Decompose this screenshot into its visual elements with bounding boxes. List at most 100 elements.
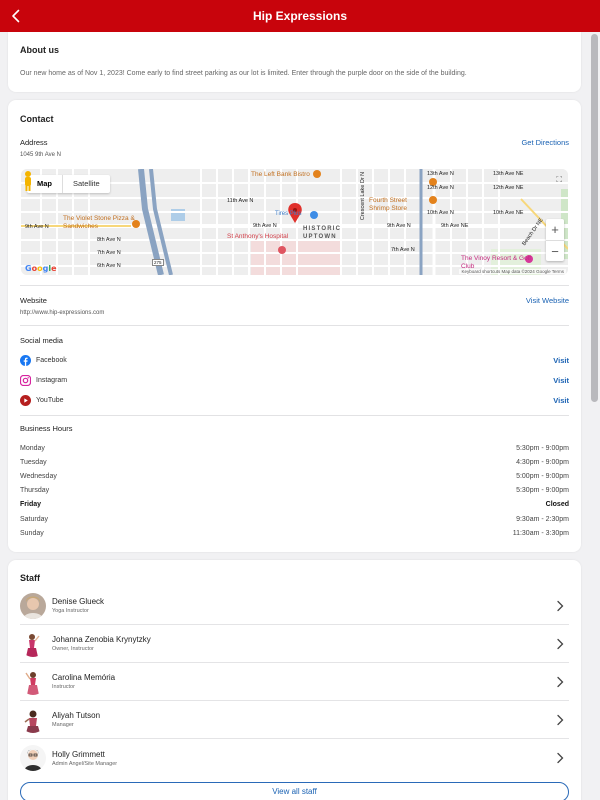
staff-row[interactable]: Denise Glueck Yoga Instructor bbox=[20, 587, 569, 625]
map-tab-satellite[interactable]: Satellite bbox=[63, 175, 110, 193]
map-label-shrimp: Fourth Street Shrimp Store bbox=[369, 197, 407, 212]
address-value: 1045 9th Ave N bbox=[20, 152, 61, 158]
divider bbox=[20, 415, 569, 416]
contact-card: Contact Address 1045 9th Ave N Get Direc… bbox=[8, 100, 581, 552]
address-label: Address bbox=[20, 138, 48, 147]
google-logo: Google bbox=[25, 264, 57, 273]
hours-row: Monday 5:30pm - 9:00pm bbox=[20, 441, 569, 455]
social-media-label: Social media bbox=[20, 336, 63, 345]
map-label-hospital: St Anthony's Hospital bbox=[227, 233, 289, 240]
map-label-9th-ne: 9th Ave NE bbox=[441, 223, 469, 229]
divider bbox=[20, 285, 569, 286]
map-label-interstate: 275 bbox=[152, 259, 164, 266]
hours-day: Wednesday bbox=[20, 472, 57, 480]
chevron-right-icon bbox=[557, 676, 564, 688]
hours-row: Tuesday 4:30pm - 9:00pm bbox=[20, 455, 569, 469]
get-directions-link[interactable]: Get Directions bbox=[521, 138, 569, 147]
map-label-10th: 10th Ave N bbox=[427, 210, 454, 216]
hours-day: Monday bbox=[20, 444, 45, 452]
map-type-tabs: Map Satellite bbox=[27, 175, 110, 193]
map-label-12th: 12th Ave N bbox=[427, 185, 454, 191]
hours-time: 5:00pm - 9:00pm bbox=[516, 472, 569, 480]
staff-role: Yoga Instructor bbox=[52, 608, 89, 614]
staff-row[interactable]: Holly Grimmett Admin Angel/Site Manager bbox=[20, 739, 569, 777]
staff-card: Staff Denise Glueck Yoga Instructor Joha… bbox=[8, 560, 581, 800]
zoom-out-button[interactable]: − bbox=[546, 241, 564, 262]
street-view-pegman-icon[interactable] bbox=[21, 169, 35, 193]
staff-name: Denise Glueck bbox=[52, 597, 105, 606]
about-title: About us bbox=[20, 45, 59, 55]
map-label-tires: Tires Plus bbox=[275, 211, 302, 217]
hours-time: 5:30pm - 9:00pm bbox=[516, 487, 569, 495]
content-scroll: About us Our new home as of Nov 1, 2023!… bbox=[0, 32, 588, 800]
hours-time: 5:30pm - 9:00pm bbox=[516, 444, 569, 452]
app-header: Hip Expressions bbox=[0, 0, 600, 32]
map-label-8th: 8th Ave N bbox=[97, 237, 121, 243]
avatar bbox=[20, 745, 46, 771]
social-row-youtube[interactable]: YouTube Visit bbox=[20, 393, 569, 407]
map-label-10th-ne: 10th Ave NE bbox=[493, 210, 524, 216]
social-name: YouTube bbox=[36, 396, 64, 404]
map-label-crescent: Crescent Lake Dr N bbox=[360, 171, 367, 221]
about-card: About us Our new home as of Nov 1, 2023!… bbox=[8, 32, 581, 92]
chevron-right-icon bbox=[557, 638, 564, 650]
avatar bbox=[20, 630, 46, 657]
avatar bbox=[20, 706, 46, 733]
staff-role: Owner, Instructor bbox=[52, 646, 94, 652]
contact-title: Contact bbox=[20, 114, 54, 124]
social-row-instagram[interactable]: Instagram Visit bbox=[20, 373, 569, 387]
hours-row-today: Friday Closed bbox=[20, 498, 569, 512]
staff-title: Staff bbox=[20, 573, 40, 583]
staff-role: Manager bbox=[52, 722, 74, 728]
staff-info: Denise Glueck Yoga Instructor bbox=[52, 597, 104, 614]
fullscreen-icon[interactable]: ⛶ bbox=[556, 175, 562, 185]
back-button[interactable] bbox=[4, 4, 28, 28]
website-url: http://www.hip-expressions.com bbox=[20, 310, 105, 316]
hours-time: 11:30am - 3:30pm bbox=[512, 529, 569, 537]
page-title: Hip Expressions bbox=[252, 9, 348, 23]
map-label-6th: 6th Ave N bbox=[97, 263, 121, 269]
scrollbar[interactable] bbox=[591, 34, 598, 402]
zoom-control: + − bbox=[546, 219, 564, 261]
map-label-7th-e: 7th Ave N bbox=[391, 247, 415, 253]
chevron-right-icon bbox=[557, 752, 564, 764]
staff-role: Instructor bbox=[52, 684, 75, 690]
social-name: Facebook bbox=[36, 356, 67, 364]
hours-row: Wednesday 5:00pm - 9:00pm bbox=[20, 469, 569, 483]
visit-website-link[interactable]: Visit Website bbox=[526, 296, 569, 305]
social-row-facebook[interactable]: Facebook Visit bbox=[20, 353, 569, 367]
staff-row[interactable]: Carolina Memória Instructor bbox=[20, 663, 569, 701]
hours-time: Closed bbox=[545, 501, 569, 509]
view-all-staff-button[interactable]: View all staff bbox=[20, 782, 569, 800]
hours-row: Thursday 5:30pm - 9:00pm bbox=[20, 484, 569, 498]
map-label-9th-e: 9th Ave N bbox=[387, 223, 411, 229]
map-label-9th-c: 9th Ave N bbox=[253, 223, 277, 229]
chevron-left-icon bbox=[12, 9, 20, 23]
map-label-12th-ne: 12th Ave NE bbox=[493, 185, 524, 191]
staff-name: Johanna Zenobia Krynytzky bbox=[52, 635, 151, 644]
chevron-right-icon bbox=[557, 600, 564, 612]
staff-name: Holly Grimmett bbox=[52, 749, 105, 759]
staff-info: Aliyah Tutson Manager bbox=[52, 711, 100, 728]
staff-row[interactable]: Aliyah Tutson Manager bbox=[20, 701, 569, 739]
hours-row: Saturday 9:30am - 2:30pm bbox=[20, 512, 569, 526]
map-attribution[interactable]: Keyboard shortcuts Map data ©2024 Google… bbox=[459, 269, 566, 274]
hours-time: 9:30am - 2:30pm bbox=[516, 515, 569, 523]
hours-day: Saturday bbox=[20, 515, 49, 523]
website-label: Website bbox=[20, 296, 47, 305]
map-label-11th: 11th Ave N bbox=[227, 198, 254, 204]
hours-day: Thursday bbox=[20, 487, 50, 495]
map-label-violet: The Violet Stone Pizza & Sandwiches bbox=[63, 215, 135, 230]
staff-row[interactable]: Johanna Zenobia Krynytzky Owner, Instruc… bbox=[20, 625, 569, 663]
location-map[interactable]: Map Satellite The Left Bank Bistro Fourt… bbox=[21, 169, 568, 275]
hours-day: Tuesday bbox=[20, 458, 47, 466]
staff-role: Admin Angel/Site Manager bbox=[52, 760, 118, 767]
staff-info: Johanna Zenobia Krynytzky Owner, Instruc… bbox=[52, 635, 151, 652]
business-hours-list: Monday 5:30pm - 9:00pm Tuesday 4:30pm - 9:… bbox=[20, 441, 569, 540]
visit-facebook-link[interactable]: Visit bbox=[553, 356, 569, 365]
map-label-bistro: The Left Bank Bistro bbox=[251, 171, 310, 178]
visit-youtube-link[interactable]: Visit bbox=[553, 396, 569, 405]
zoom-in-button[interactable]: + bbox=[546, 219, 564, 240]
visit-instagram-link[interactable]: Visit bbox=[553, 376, 569, 385]
social-name: Instagram bbox=[36, 376, 68, 384]
